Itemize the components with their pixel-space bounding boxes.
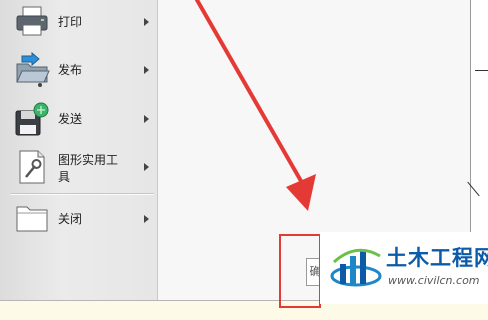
watermark-title: 土木工程网 (386, 246, 488, 270)
watermark: 土木工程网 www.civilcn.com (320, 232, 488, 304)
watermark-url: www.civilcn.com (388, 274, 480, 287)
civilcn-logo-icon (330, 242, 382, 292)
